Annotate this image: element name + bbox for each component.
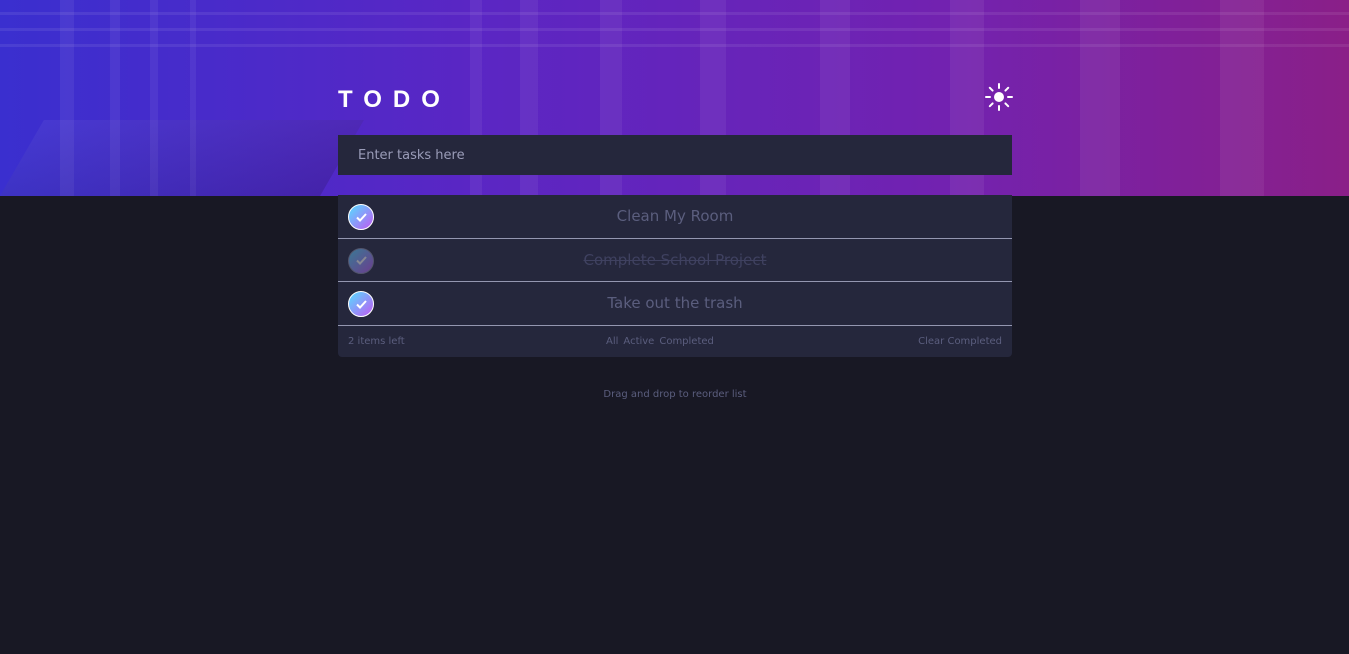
filter-completed-button[interactable]: Completed bbox=[659, 336, 714, 347]
todo-item[interactable]: Take out the trash bbox=[338, 282, 1012, 326]
todo-item-label: Take out the trash bbox=[607, 294, 743, 313]
todo-list: Clean My Room Complete School Project Ta… bbox=[338, 195, 1012, 357]
todo-item[interactable]: Complete School Project bbox=[338, 239, 1012, 282]
drag-hint: Drag and drop to reorder list bbox=[603, 389, 747, 400]
clear-completed-button[interactable]: Clear Completed bbox=[918, 336, 1002, 347]
app-title: TODO bbox=[338, 86, 451, 113]
todo-item-label: Complete School Project bbox=[583, 250, 767, 269]
todo-item-label: Clean My Room bbox=[616, 207, 734, 226]
todo-item[interactable]: Clean My Room bbox=[338, 195, 1012, 239]
filter-group: All Active Completed bbox=[606, 336, 714, 347]
filter-all-button[interactable]: All bbox=[606, 336, 618, 347]
list-footer: 2 items left All Active Completed Clear … bbox=[338, 326, 1012, 357]
check-icon[interactable] bbox=[348, 247, 374, 274]
items-left-count: 2 items left bbox=[348, 335, 405, 347]
sun-icon[interactable] bbox=[984, 82, 1014, 112]
new-task-input[interactable] bbox=[338, 135, 1012, 175]
check-icon[interactable] bbox=[348, 204, 374, 230]
filter-active-button[interactable]: Active bbox=[623, 336, 654, 347]
check-icon[interactable] bbox=[348, 291, 374, 317]
